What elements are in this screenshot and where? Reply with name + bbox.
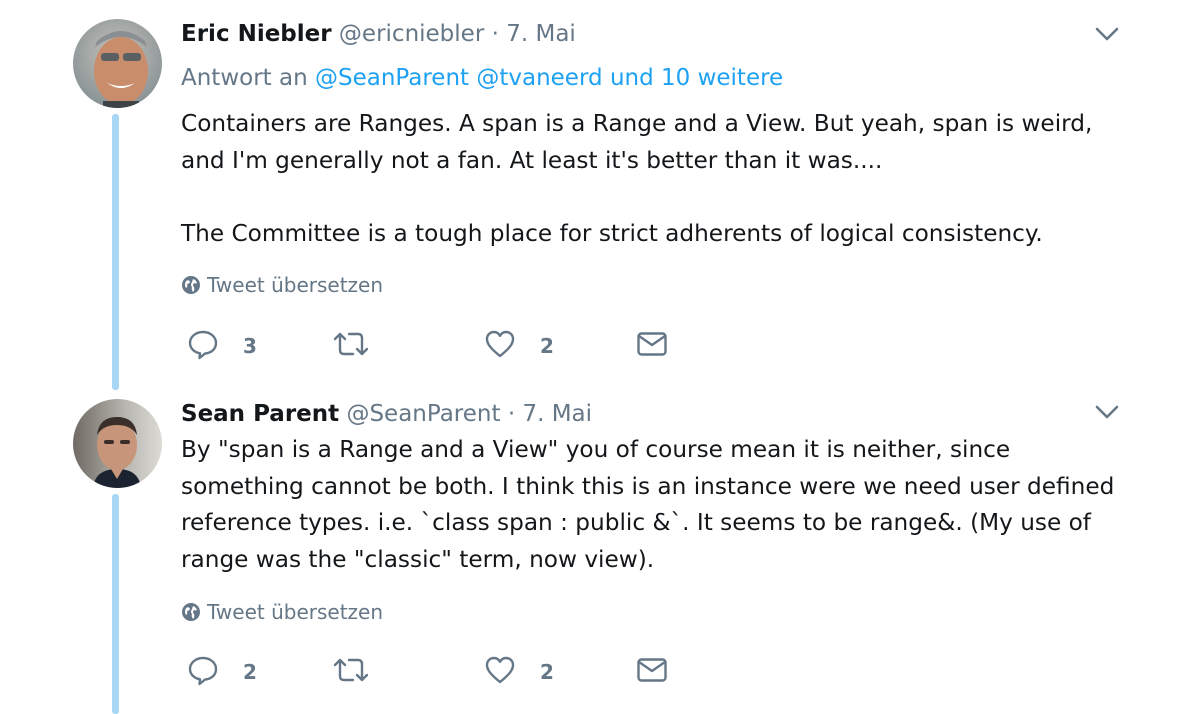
author-name[interactable]: Eric Niebler	[181, 21, 332, 47]
tweet-actions: 3 2	[181, 326, 701, 362]
retweet-button[interactable]	[331, 326, 421, 362]
tweet-text-line: Containers are Ranges. A span is a Range…	[181, 110, 1093, 137]
separator: ·	[507, 401, 516, 427]
tweet-text: Containers are Ranges. A span is a Range…	[181, 106, 1121, 252]
translate-link[interactable]: Tweet übersetzen	[181, 273, 383, 297]
tweet-actions: 2 2	[181, 652, 701, 688]
globe-icon	[182, 603, 200, 621]
tweet-text-line: something cannot be both. I think this i…	[181, 472, 1115, 500]
author-name[interactable]: Sean Parent	[181, 401, 339, 427]
avatar[interactable]	[73, 399, 162, 488]
tweet-eric-niebler[interactable]: Eric Niebler @ericniebler · 7. Mai Antwo…	[0, 0, 1192, 390]
reply-button[interactable]: 3	[187, 326, 277, 362]
tweet-text-line: reference types. i.e. `class span : publ…	[181, 509, 1091, 536]
chevron-down-icon[interactable]	[1094, 24, 1120, 44]
translate-label: Tweet übersetzen	[207, 273, 384, 297]
retweet-icon	[333, 332, 369, 356]
author-handle[interactable]: @SeanParent	[346, 401, 500, 427]
retweet-icon	[333, 658, 369, 682]
retweet-button[interactable]	[331, 652, 421, 688]
heart-icon	[485, 330, 515, 358]
globe-icon	[182, 276, 200, 294]
mention-link[interactable]: @tvaneerd	[476, 65, 602, 91]
thread-line	[112, 114, 119, 390]
like-count: 2	[540, 334, 554, 358]
direct-message-button[interactable]	[636, 652, 676, 688]
speech-bubble-icon	[188, 656, 218, 686]
reply-count: 3	[243, 334, 257, 358]
tweet-date[interactable]: 7. Mai	[522, 401, 592, 427]
speech-bubble-icon	[188, 330, 218, 360]
tweet-text: By "span is a Range and a View" you of c…	[181, 432, 1121, 578]
tweet-text-line: By "span is a Range and a View" you of c…	[181, 436, 1011, 463]
translate-link[interactable]: Tweet übersetzen	[181, 600, 383, 624]
author-handle[interactable]: @ericniebler	[339, 21, 484, 47]
reply-count: 2	[243, 660, 257, 684]
like-button[interactable]: 2	[484, 652, 574, 688]
chevron-down-icon[interactable]	[1094, 402, 1120, 422]
tweet-date[interactable]: 7. Mai	[506, 21, 576, 47]
direct-message-button[interactable]	[636, 326, 676, 362]
tweet-header: Eric Niebler @ericniebler · 7. Mai	[181, 20, 576, 48]
translate-label: Tweet übersetzen	[207, 600, 384, 624]
heart-icon	[485, 656, 515, 684]
tweet-text-line: The Committee is a tough place for stric…	[181, 219, 1043, 247]
reply-others-link[interactable]: und 10 weitere	[610, 65, 783, 91]
thread-line	[112, 494, 119, 714]
reply-button[interactable]: 2	[187, 652, 277, 688]
avatar[interactable]	[73, 19, 162, 108]
tweet-header: Sean Parent @SeanParent · 7. Mai	[181, 400, 592, 428]
envelope-icon	[637, 332, 667, 356]
envelope-icon	[637, 658, 667, 682]
tweet-text-line: range was the "classic" term, now view).	[181, 545, 655, 573]
tweet-text-line: and I'm generally not a fan. At least it…	[181, 146, 883, 174]
mention-link[interactable]: @SeanParent	[315, 65, 469, 91]
like-count: 2	[540, 660, 554, 684]
like-button[interactable]: 2	[484, 326, 574, 362]
separator: ·	[491, 21, 499, 47]
reply-prefix: Antwort an	[181, 65, 308, 91]
reply-context: Antwort an @SeanParent @tvaneerd und 10 …	[181, 64, 783, 92]
tweet-sean-parent[interactable]: Sean Parent @SeanParent · 7. Mai By "spa…	[0, 380, 1192, 714]
